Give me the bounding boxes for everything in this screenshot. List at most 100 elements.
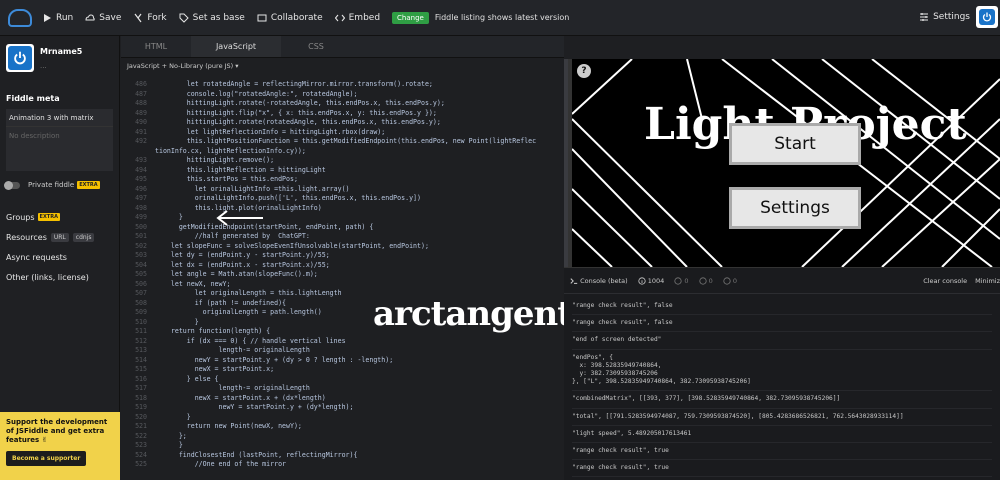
code-text: newX = startPoint.x + (dx*length) — [155, 393, 326, 402]
code-line[interactable]: 496 let orinalLightInfo =this.light.arra… — [121, 185, 564, 195]
code-line[interactable]: 487 console.log("rotatedAngle:", rotated… — [121, 90, 564, 100]
embed-button[interactable]: Embed — [334, 13, 380, 23]
code-line[interactable]: 489 hittingLight.flip("x", { x: this.end… — [121, 109, 564, 119]
listing-note: Fiddle listing shows latest version — [434, 13, 570, 22]
minimize-console-button[interactable]: Minimiz — [975, 277, 1000, 285]
power-icon — [14, 51, 26, 65]
code-line[interactable]: 512 if (dx === 0) { // handle vertical l… — [121, 337, 564, 347]
code-line[interactable]: 494 this.lightReflection = hittingLight — [121, 166, 564, 176]
line-number: 522 — [135, 431, 147, 440]
code-text: let orinalLightInfo =this.light.array() — [155, 184, 350, 193]
line-number: 513 — [135, 346, 147, 354]
language-select[interactable]: JavaScript + No-Library (pure JS) ▾ — [121, 58, 564, 74]
topbar-right: Settings — [919, 6, 998, 28]
change-badge[interactable]: Change — [392, 11, 429, 24]
tag-icon — [179, 13, 189, 23]
code-line[interactable]: 502 let slopeFunc = solveSlopeEvenIfUnso… — [121, 242, 564, 252]
run-button[interactable]: Run — [42, 13, 73, 23]
code-line[interactable]: 486 let rotatedAngle = reflectingMirror.… — [121, 80, 564, 90]
code-line[interactable]: 523 } — [121, 441, 564, 451]
other-links-link[interactable]: Other (links, license) — [0, 267, 119, 287]
fork-button[interactable]: Fork — [133, 13, 167, 23]
code-line[interactable]: 524 findClosestEnd (lastPoint, reflectin… — [121, 451, 564, 461]
tab-css[interactable]: CSS — [281, 36, 351, 57]
code-area[interactable]: 486 let rotatedAngle = reflectingMirror.… — [121, 80, 564, 480]
settings-button[interactable]: Settings — [919, 12, 970, 22]
line-number: 495 — [135, 175, 147, 183]
fiddle-title-input[interactable]: Animation 3 with matrix — [6, 109, 113, 127]
start-button[interactable]: Start — [729, 123, 861, 165]
help-icon[interactable]: ? — [577, 64, 591, 78]
line-number: 489 — [135, 108, 147, 117]
code-text: console.log("rotatedAngle:", rotatedAngl… — [155, 89, 358, 98]
line-number: 490 — [135, 118, 147, 126]
code-line[interactable]: 514 newY = startPoint.y + (dy > 0 ? leng… — [121, 356, 564, 366]
code-line[interactable]: 521 return new Point(newX, newY); — [121, 422, 564, 432]
code-line[interactable]: 504 let dx = (endPoint.x - startPoint.x)… — [121, 261, 564, 271]
code-line[interactable]: 519 newY = startPoint.y + (dy*length); — [121, 403, 564, 413]
debug-count[interactable]: 0 — [723, 277, 737, 285]
error-count[interactable]: 0 — [698, 277, 713, 285]
extra-badge: EXTRA — [37, 213, 60, 221]
code-line[interactable]: 500 getModifiedEndpoint(startPoint, endP… — [121, 223, 564, 233]
code-text: this.lightPositionFunction = this.getMod… — [155, 137, 537, 145]
code-line[interactable]: 520 } — [121, 413, 564, 423]
avatar[interactable] — [6, 44, 34, 72]
code-line[interactable]: 525 //One end of the mirror — [121, 460, 564, 470]
code-line[interactable]: 501 //half generated by ChatGPT: — [121, 232, 564, 242]
resources-link[interactable]: Resources URL cdnjs — [0, 227, 119, 247]
save-button[interactable]: Save — [85, 13, 121, 23]
set-as-base-button[interactable]: Set as base — [179, 13, 245, 23]
tab-javascript[interactable]: JavaScript — [191, 36, 281, 57]
code-line[interactable]: 495 this.startPos = this.endPos; — [121, 175, 564, 185]
line-number: 521 — [135, 422, 147, 430]
line-number: 523 — [135, 441, 147, 449]
jsfiddle-logo-icon[interactable] — [8, 8, 32, 27]
clear-console-button[interactable]: Clear console — [923, 277, 967, 285]
user-menu-avatar[interactable] — [976, 6, 998, 28]
code-line[interactable]: 517 length-= originalLength — [121, 384, 564, 394]
code-text: hittingLight.remove(); — [155, 156, 275, 164]
result-preview[interactable]: ? Light Project Start Settings — [568, 59, 1000, 267]
code-line[interactable]: 498 this.light.plot(orinalLightInfo) — [121, 204, 564, 214]
promo-text: Support the development of JSFiddle and … — [6, 418, 108, 444]
async-requests-link[interactable]: Async requests — [0, 247, 119, 267]
fork-icon — [134, 13, 142, 22]
code-line[interactable]: 518 newX = startPoint.x + (dx*length) — [121, 394, 564, 404]
tab-html[interactable]: HTML — [121, 36, 191, 57]
code-line[interactable]: 493 hittingLight.remove(); — [121, 156, 564, 166]
console-title[interactable]: Console (beta) — [570, 277, 628, 285]
code-line[interactable]: 492 this.lightPositionFunction = this.ge… — [121, 137, 564, 147]
collaborate-button[interactable]: Collaborate — [257, 13, 323, 23]
line-number: 503 — [135, 251, 147, 259]
code-line[interactable]: 515 newX = startPoint.x; — [121, 365, 564, 375]
become-supporter-button[interactable]: Become a supporter — [6, 451, 87, 466]
code-line[interactable]: tionInfo.cx, lightReflectionInfo.cy)); — [121, 147, 564, 157]
code-line[interactable]: 506 let newX, newY; — [121, 280, 564, 290]
user-name[interactable]: Mrname5 — [40, 47, 82, 56]
console-entry: "total", [[791.5283594974087, 759.730959… — [572, 409, 992, 426]
code-line[interactable]: 488 hittingLight.rotate(-rotatedAngle, t… — [121, 99, 564, 109]
code-line[interactable]: 503 let dy = (endPoint.y - startPoint.y)… — [121, 251, 564, 261]
groups-link[interactable]: Groups EXTRA — [0, 207, 119, 227]
code-line[interactable]: 516 } else { — [121, 375, 564, 385]
code-text: //One end of the mirror — [155, 460, 287, 468]
warning-count[interactable]: 0 — [674, 276, 689, 285]
profile: Mrname5 ... — [0, 36, 119, 80]
line-number: 516 — [135, 374, 147, 383]
code-line[interactable]: 522 }; — [121, 432, 564, 442]
warning-icon — [674, 276, 682, 285]
code-text: let newX, newY; — [155, 279, 231, 288]
private-fiddle-toggle[interactable] — [4, 180, 20, 190]
description-input[interactable]: No description — [6, 127, 113, 171]
code-text: }; — [155, 431, 187, 440]
code-line[interactable]: 499 } — [121, 213, 564, 223]
supporter-promo: Support the development of JSFiddle and … — [0, 412, 120, 480]
log-count[interactable]: 1004 — [638, 277, 664, 285]
code-line[interactable]: 490 hittingLight.rotate(rotatedAngle, th… — [121, 118, 564, 128]
preview-settings-button[interactable]: Settings — [729, 187, 861, 229]
code-line[interactable]: 505 let angle = Math.atan(slopeFunc().m)… — [121, 270, 564, 280]
code-line[interactable]: 513 length-= originalLength — [121, 346, 564, 356]
code-line[interactable]: 497 orinalLightInfo.push(['L', this.endP… — [121, 194, 564, 204]
code-line[interactable]: 491 let lightReflectionInfo = hittingLig… — [121, 128, 564, 138]
